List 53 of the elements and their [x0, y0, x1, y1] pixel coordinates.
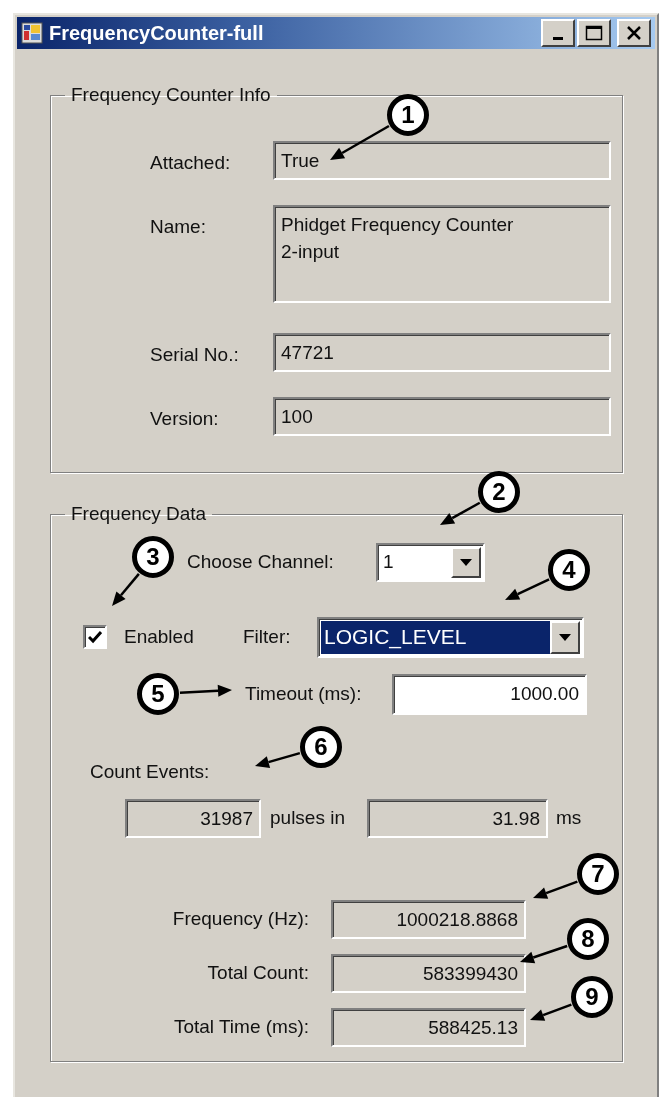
checkbox-label: Enabled [124, 624, 195, 649]
text-field[interactable]: 1000.00 [392, 673, 587, 715]
window-title: FrequencyCounter-full [49, 21, 264, 46]
field-label: Total Time (ms): [172, 1015, 309, 1040]
field-label: Name: [150, 214, 207, 239]
text-field[interactable]: Phidget Frequency Counter 2-input [273, 204, 611, 303]
minimize-button[interactable] [541, 19, 575, 47]
text-field[interactable]: 588425.13 [331, 1008, 526, 1047]
maximize-button[interactable] [577, 19, 611, 47]
close-icon [626, 26, 642, 40]
caret-icon [559, 633, 571, 641]
arrow [330, 124, 390, 160]
dropdown[interactable]: LOGIC_LEVEL [317, 616, 584, 658]
dropdown-button[interactable] [451, 546, 481, 578]
arrow [112, 573, 140, 606]
field-label: Timeout (ms): [245, 681, 363, 706]
arrow [255, 751, 301, 768]
caret-icon [460, 558, 472, 566]
app-icon [21, 22, 43, 44]
text-field[interactable]: 31.98 [367, 799, 548, 838]
check-icon [88, 630, 102, 644]
field-label: Attached: [150, 150, 232, 175]
text-field[interactable]: 47721 [273, 332, 611, 372]
dropdown-value: 1 [382, 549, 395, 574]
minimize-icon [553, 36, 563, 40]
arrow [530, 1003, 572, 1021]
field-label: Total Count: [206, 961, 309, 986]
checkbox[interactable] [83, 625, 107, 649]
dropdown-button[interactable] [550, 620, 580, 654]
group-title: Frequency Data [70, 502, 208, 526]
close-button[interactable] [617, 19, 651, 47]
dropdown-value: LOGIC_LEVEL [321, 620, 550, 654]
field-label: ms [556, 806, 582, 831]
arrow [520, 944, 568, 964]
text-field[interactable]: True [273, 140, 611, 180]
field-label: Version: [150, 406, 220, 431]
field-label: Filter: [243, 624, 292, 649]
field-label: Frequency (Hz): [171, 907, 309, 932]
arrow [440, 501, 481, 525]
text-field[interactable]: 1000218.8868 [331, 900, 526, 939]
field-label: pulses in [270, 806, 346, 831]
group-title: Frequency Counter Info [70, 83, 272, 107]
arrow [505, 578, 550, 600]
field-label: Serial No.: [150, 342, 240, 367]
arrow [179, 684, 232, 697]
text-field[interactable]: 100 [273, 396, 611, 436]
field-label: Choose Channel: [187, 549, 335, 574]
text-field[interactable]: 31987 [125, 799, 261, 838]
text-field[interactable]: 583399430 [331, 954, 526, 993]
arrow [533, 880, 578, 899]
field-label: Count Events: [90, 759, 210, 784]
dropdown[interactable]: 1 [376, 542, 485, 582]
maximize-icon [585, 25, 603, 41]
